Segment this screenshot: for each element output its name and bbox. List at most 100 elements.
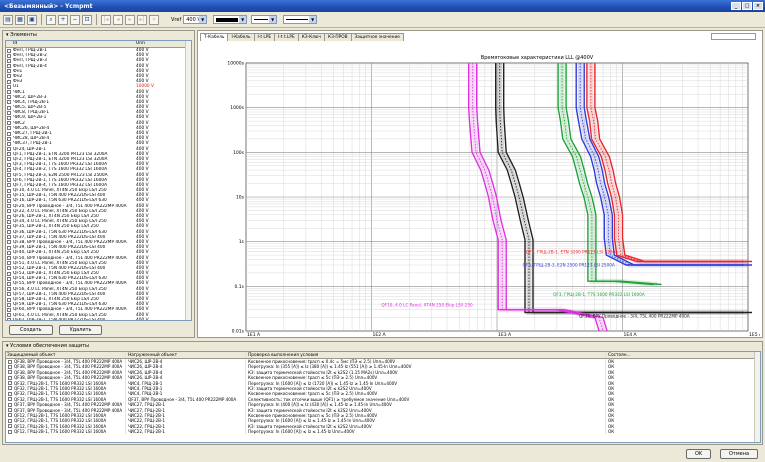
row-checkbox[interactable] — [7, 84, 11, 89]
col-id-header[interactable]: Id — [13, 41, 131, 47]
row-checkbox[interactable] — [7, 281, 11, 286]
row-checkbox[interactable] — [7, 141, 11, 146]
table-row[interactable]: QF12, ГРЩ-2В-1, T7S 1600 PR332 LSI 1600A… — [6, 429, 760, 435]
nav-first-icon[interactable]: |◂ — [101, 14, 111, 25]
row-checkbox[interactable] — [7, 157, 11, 162]
row-checkbox[interactable] — [7, 147, 11, 152]
open-icon[interactable]: ▤ — [3, 14, 13, 25]
row-checkbox[interactable] — [7, 292, 11, 297]
tab-5[interactable]: КЗ-ПРОВ — [324, 33, 352, 41]
row-checkbox[interactable] — [8, 413, 12, 418]
row-checkbox[interactable] — [7, 183, 11, 188]
elements-scrollbar[interactable] — [185, 41, 191, 320]
row-checkbox[interactable] — [7, 245, 11, 250]
row-checkbox[interactable] — [7, 173, 11, 177]
voltage-combo[interactable]: 400 V ▼ — [183, 15, 208, 24]
row-checkbox[interactable] — [7, 167, 11, 172]
tab-2[interactable]: I-t LPE — [253, 33, 276, 41]
row-checkbox[interactable] — [7, 271, 11, 276]
row-checkbox[interactable] — [8, 424, 12, 429]
row-checkbox[interactable] — [7, 100, 11, 105]
minimize-button[interactable]: _ — [731, 2, 741, 10]
tcc-chart[interactable]: 1E1 A 1E2 A 1E3 A 1E4 A 1E5 A 10000s 1000s 100s… — [200, 41, 763, 338]
row-checkbox[interactable] — [7, 136, 11, 141]
tab-4[interactable]: КЗ-Ключ — [297, 33, 326, 41]
row-checkbox[interactable] — [7, 58, 11, 63]
row-checkbox[interactable] — [7, 162, 11, 167]
selectivity-scrollbar[interactable] — [754, 352, 760, 442]
line-color-combo[interactable]: ▼ — [213, 15, 248, 24]
row-checkbox[interactable] — [8, 381, 12, 386]
cancel-button[interactable]: Отмена — [720, 449, 759, 459]
zoom-out-icon[interactable]: − — [70, 14, 80, 25]
tab-6[interactable]: Защитное значение — [350, 33, 404, 41]
row-checkbox[interactable] — [7, 53, 11, 58]
row-checkbox[interactable] — [7, 74, 11, 79]
tab-search-field[interactable] — [711, 33, 756, 40]
row-checkbox[interactable] — [7, 219, 11, 224]
row-checkbox[interactable] — [7, 178, 11, 183]
row-checkbox[interactable] — [7, 193, 11, 198]
col-state-header[interactable]: Состоян... — [606, 352, 646, 358]
row-checkbox[interactable] — [7, 256, 11, 260]
row-checkbox[interactable] — [8, 364, 12, 369]
row-checkbox[interactable] — [7, 152, 11, 157]
row-checkbox[interactable] — [7, 266, 11, 271]
row-checkbox[interactable] — [7, 79, 11, 84]
row-checkbox[interactable] — [8, 370, 12, 375]
row-checkbox[interactable] — [7, 297, 11, 302]
row-checkbox[interactable] — [7, 115, 11, 120]
line-width-combo[interactable]: ▼ — [251, 15, 278, 24]
nav-prev-icon[interactable]: ◂ — [113, 14, 123, 25]
list-item[interactable]: QF62, ШР-2В-1, T5N 400 PR222DS-LSI 400 40… — [6, 318, 191, 320]
row-checkbox[interactable] — [7, 95, 11, 100]
row-checkbox[interactable] — [7, 230, 11, 235]
row-checkbox[interactable] — [8, 429, 12, 434]
row-checkbox[interactable] — [8, 391, 12, 396]
row-checkbox[interactable] — [7, 318, 11, 320]
line-style-combo[interactable]: ▼ — [283, 15, 318, 24]
close-button[interactable]: × — [753, 2, 763, 10]
zoom-in-icon[interactable]: + — [58, 14, 68, 25]
row-checkbox[interactable] — [7, 64, 11, 69]
row-checkbox[interactable] — [8, 408, 12, 413]
save-as-icon[interactable]: ▣ — [27, 14, 37, 25]
row-checkbox[interactable] — [7, 214, 11, 219]
row-checkbox[interactable] — [8, 418, 12, 423]
nav-last-icon[interactable]: ▸| — [137, 14, 147, 25]
row-checkbox[interactable] — [8, 359, 12, 364]
col-check-header[interactable]: Проверка выполнения условия — [246, 352, 606, 358]
row-checkbox[interactable] — [7, 204, 11, 209]
row-checkbox[interactable] — [7, 126, 11, 131]
row-checkbox[interactable] — [7, 307, 11, 312]
row-checkbox[interactable] — [7, 198, 11, 203]
col-loaded-header[interactable]: Нагруженный объект — [126, 352, 246, 358]
row-checkbox[interactable] — [7, 235, 11, 240]
row-checkbox[interactable] — [7, 240, 11, 245]
row-checkbox[interactable] — [7, 224, 11, 229]
maximize-button[interactable]: □ — [742, 2, 752, 10]
row-checkbox[interactable] — [7, 188, 11, 193]
row-checkbox[interactable] — [7, 313, 11, 318]
zoom-window-icon[interactable]: ⌕ — [46, 14, 56, 25]
tab-1[interactable]: I-Кабель — [227, 33, 255, 41]
row-checkbox[interactable] — [7, 121, 11, 126]
nav-end-icon[interactable]: » — [149, 14, 159, 25]
row-checkbox[interactable] — [7, 105, 11, 110]
row-checkbox[interactable] — [7, 209, 11, 214]
row-checkbox[interactable] — [8, 386, 12, 391]
collapse-icon[interactable]: ▾ — [6, 343, 9, 349]
row-checkbox[interactable] — [7, 302, 11, 307]
ok-button[interactable]: OK — [686, 449, 712, 459]
row-checkbox[interactable] — [7, 48, 11, 53]
save-icon[interactable]: ▦ — [15, 14, 25, 25]
row-checkbox[interactable] — [7, 131, 11, 136]
row-checkbox[interactable] — [7, 110, 11, 115]
zoom-fit-icon[interactable]: ⊡ — [82, 14, 92, 25]
tab-0[interactable]: Т-Кабель — [200, 33, 229, 41]
create-button[interactable]: Создать — [9, 325, 53, 335]
row-checkbox[interactable] — [7, 261, 11, 266]
nav-next-icon[interactable]: ▸ — [125, 14, 135, 25]
row-checkbox[interactable] — [8, 402, 12, 407]
row-checkbox[interactable] — [7, 250, 11, 255]
